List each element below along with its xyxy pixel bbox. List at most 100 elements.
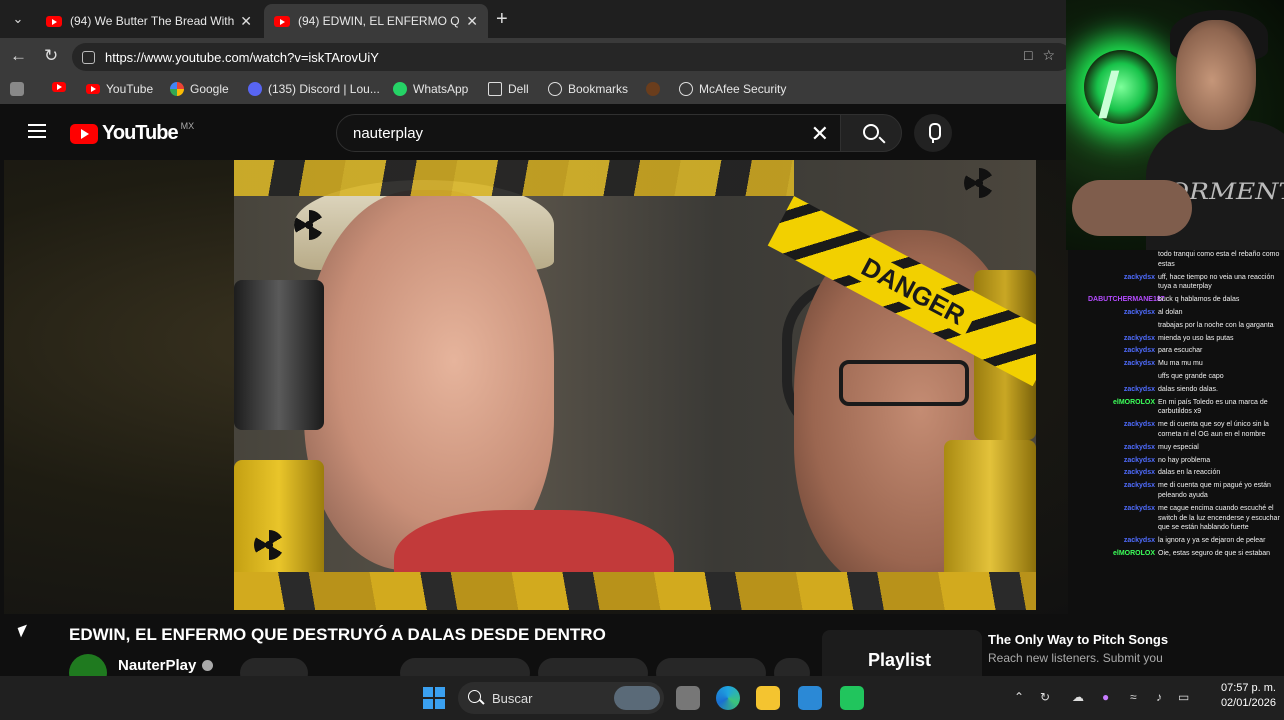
wifi-icon[interactable]: ≈: [1130, 690, 1137, 704]
chat-text: uff, hace tiempo no veia una reacción tu…: [1158, 273, 1275, 291]
search-button[interactable]: [840, 114, 902, 152]
bookmarks-toggle-icon[interactable]: [10, 82, 30, 96]
youtube-logo[interactable]: YouTube MX: [70, 121, 194, 145]
task-view-icon[interactable]: [676, 686, 700, 710]
extension-icons[interactable]: □☆: [1024, 47, 1065, 64]
tab-butter-the-bread[interactable]: (94) We Butter The Bread With But ✕: [36, 4, 262, 38]
voice-search-icon[interactable]: [914, 114, 952, 152]
chat-message: elMOROLOX Oie, estas seguro de que si est…: [1088, 549, 1284, 559]
clear-search-icon[interactable]: ✕: [811, 121, 829, 147]
channel-name[interactable]: NauterPlay: [118, 657, 214, 674]
file-explorer-icon[interactable]: [756, 686, 780, 710]
volume-icon[interactable]: ♪: [1156, 690, 1162, 704]
battery-icon[interactable]: ▭: [1178, 690, 1189, 704]
verified-icon: [202, 660, 214, 671]
bookmark-dell[interactable]: Dell: [488, 82, 529, 96]
whatsapp-icon: [393, 82, 407, 96]
bookmark-youtube-shortcut[interactable]: [52, 82, 72, 92]
chat-message: elMOROLOX En mi país Toledo es una marca …: [1088, 398, 1284, 418]
clock-time: 07:57 p. m.: [1220, 682, 1276, 694]
bookmark-mcafee[interactable]: McAfee Security: [679, 82, 786, 96]
chat-text: buck q hablamos de dalas: [1158, 296, 1240, 304]
close-tab-icon[interactable]: ✕: [240, 13, 252, 30]
chat-username: zackydsx: [1123, 308, 1155, 316]
barrel-debris-bottom: [234, 572, 1036, 610]
system-clock[interactable]: 07:57 p. m. 02/01/2026: [1200, 681, 1276, 712]
microsoft-store-icon[interactable]: [798, 686, 822, 710]
bookmark-discord[interactable]: (135) Discord | Lou...: [248, 82, 380, 96]
close-tab-icon[interactable]: ✕: [466, 13, 478, 30]
black-barrel: [234, 280, 324, 430]
chat-username: zackydsx: [1123, 456, 1155, 464]
chat-username: zackydsx: [1123, 504, 1155, 512]
search-query: nauterplay: [353, 124, 424, 142]
streaming-app-icon[interactable]: [840, 686, 864, 710]
chat-message: zackydsx Mu ma mu mu: [1088, 359, 1284, 369]
bookmark-bookmarks[interactable]: Bookmarks: [548, 82, 628, 96]
youtube-favicon-icon: [46, 15, 62, 27]
chat-message: zackydsx para escuchar: [1088, 346, 1284, 356]
new-tab-button[interactable]: +: [496, 8, 508, 31]
microphone-icon[interactable]: ●: [1102, 690, 1109, 704]
back-arrow-icon[interactable]: ←: [10, 46, 27, 66]
chat-username: DABUTCHERMANE187: [1088, 296, 1165, 304]
radiation-icon: [294, 210, 324, 240]
discord-icon: [248, 82, 262, 96]
windows-taskbar: Buscar ⌃ ↻ ☁ ● ≈ ♪ ▭ 07:57 p. m. 02/01/2…: [0, 676, 1284, 720]
url-text: https://www.youtube.com/watch?v=iskTArov…: [105, 49, 379, 65]
radiation-icon: [254, 530, 284, 560]
bookmark-youtube[interactable]: YouTube: [86, 82, 153, 96]
search-input[interactable]: nauterplay ✕: [336, 114, 842, 152]
bookmark-whatsapp[interactable]: WhatsApp: [393, 82, 468, 96]
url-field[interactable]: https://www.youtube.com/watch?v=iskTArov…: [72, 43, 1072, 71]
chat-text: muy especial: [1158, 443, 1199, 451]
chat-username: elMOROLOX: [1112, 398, 1155, 406]
chat-message: trabajas por la noche con la garganta: [1088, 321, 1284, 331]
chat-text: trabajas por la noche con la garganta: [1158, 321, 1274, 329]
bookmark-google[interactable]: Google: [170, 82, 229, 96]
streamer-face: [1176, 20, 1256, 130]
edge-browser-icon[interactable]: [716, 686, 740, 710]
chat-message: zackydsx me di cuenta que soy el único si…: [1088, 420, 1284, 440]
video-player[interactable]: DANGER: [234, 160, 1036, 610]
video-title: EDWIN, EL ENFERMO QUE DESTRUYÓ A DALAS D…: [69, 625, 606, 644]
chat-text: la ignora y ya se dejaron de pelear: [1158, 537, 1266, 545]
windows-start-icon[interactable]: [423, 687, 445, 709]
site-info-icon[interactable]: [82, 50, 95, 64]
chat-message: zackydsx dalas en la reacción: [1088, 468, 1284, 478]
chat-username: zackydsx: [1123, 537, 1155, 545]
chat-username: [1088, 321, 1158, 331]
tab-edwin-video[interactable]: (94) EDWIN, EL ENFERMO QUE DE ✕: [264, 4, 488, 38]
bookmark-extension[interactable]: [646, 82, 666, 96]
chat-username: zackydsx: [1123, 443, 1155, 451]
youtube-icon: [52, 82, 66, 92]
search-highlight-image[interactable]: [614, 686, 660, 710]
chat-username: zackydsx: [1123, 360, 1155, 368]
clock-date: 02/01/2026: [1220, 697, 1276, 710]
radiation-icon: [964, 168, 994, 198]
tab-list-chevron-icon[interactable]: ⌄: [6, 8, 30, 30]
menu-icon[interactable]: [28, 124, 46, 138]
chat-text: para escuchar: [1158, 347, 1203, 355]
globe-icon: [679, 82, 693, 96]
tray-overflow-icon[interactable]: ⌃: [1014, 690, 1024, 704]
streamer-webcam: ן TORMENT: [1066, 0, 1284, 250]
tab-title: (94) EDWIN, EL ENFERMO QUE DE: [298, 14, 460, 28]
youtube-favicon-icon: [274, 15, 290, 27]
network-sync-icon[interactable]: ↻: [1040, 690, 1050, 704]
chat-text: no hay problema: [1158, 456, 1211, 464]
cloud-icon[interactable]: ☁: [1072, 690, 1084, 704]
reload-icon[interactable]: ↻: [44, 46, 58, 66]
chat-text: dalas en la reacción: [1158, 469, 1221, 477]
chat-message: DABUTCHERMANE187 buck q hablamos de dalas: [1088, 295, 1284, 305]
youtube-header: YouTube MX nauterplay ✕: [4, 104, 1084, 160]
tab-title: (94) We Butter The Bread With But: [70, 14, 235, 28]
folder-icon: [488, 82, 502, 96]
chat-username: zackydsx: [1123, 469, 1155, 477]
chat-message: zackydsx la ignora y ya se dejaron de pel…: [1088, 536, 1284, 546]
chat-text: me cague encima cuando escuché el switch…: [1158, 504, 1280, 532]
chat-username: zackydsx: [1123, 482, 1155, 490]
chat-username: zackydsx: [1123, 347, 1155, 355]
youtube-play-icon: [70, 123, 98, 144]
search-icon: [863, 124, 879, 140]
